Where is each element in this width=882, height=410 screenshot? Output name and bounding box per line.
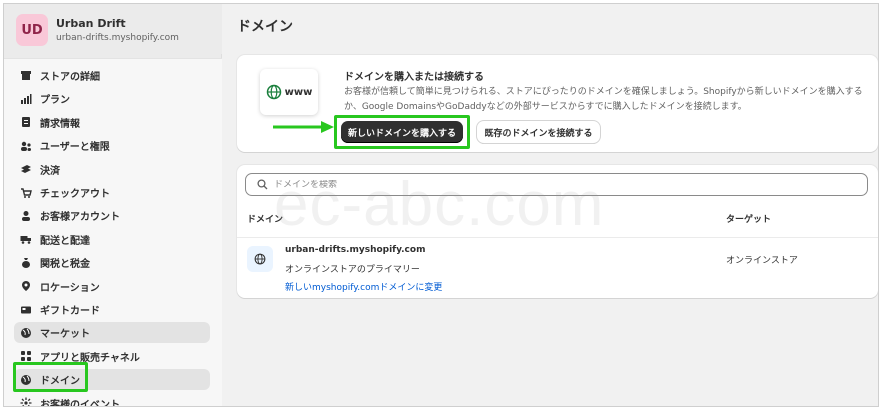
store-switcher[interactable]: UD Urban Drift urban-drifts.myshopify.co… bbox=[4, 4, 222, 54]
sidebar-item-label: プラン bbox=[40, 95, 70, 107]
sidebar-item-label: ユーザーと権限 bbox=[40, 142, 110, 154]
sidebar-item-events[interactable]: お客様のイベント bbox=[14, 393, 210, 407]
sidebar-item-label: チェックアウト bbox=[40, 189, 110, 200]
truck-icon bbox=[20, 233, 32, 245]
sidebar-item-cart[interactable]: チェックアウト bbox=[14, 182, 210, 203]
sidebar-item-truck[interactable]: 配送と配達 bbox=[14, 229, 210, 250]
sidebar-item-label: マーケット bbox=[40, 329, 90, 341]
app-window: UD Urban Drift urban-drifts.myshopify.co… bbox=[3, 3, 879, 407]
sidebar-item-label: ストアの詳細 bbox=[40, 72, 100, 83]
events-icon bbox=[20, 397, 32, 406]
domain-search-field[interactable] bbox=[245, 173, 868, 196]
sidebar-item-label: 配送と配達 bbox=[40, 235, 90, 247]
sidebar-item-location[interactable]: ロケーション bbox=[14, 276, 210, 297]
sidebar-item-store[interactable]: ストアの詳細 bbox=[14, 65, 210, 86]
column-header-target[interactable]: ターゲット bbox=[726, 212, 771, 225]
cart-icon bbox=[20, 187, 32, 199]
gift-card-icon bbox=[20, 304, 32, 316]
sidebar-item-globe[interactable]: マーケット bbox=[14, 322, 210, 344]
domain-illustration: www bbox=[260, 69, 318, 115]
page-title: ドメイン bbox=[237, 19, 293, 35]
domains-list-card: ドメイン ターゲット urban-drifts.myshopify.com オン… bbox=[237, 165, 878, 298]
sidebar-item-users[interactable]: ユーザーと権限 bbox=[14, 135, 210, 156]
sidebar-item-label: ロケーション bbox=[40, 282, 100, 294]
settings-nav: ストアの詳細 プラン請求情報ユーザーと権限 決済チェックアウト お客様アカウント 配送と… bbox=[4, 58, 222, 407]
apps-icon bbox=[20, 350, 32, 362]
person-icon bbox=[20, 210, 32, 222]
illustration-www-text: www bbox=[284, 86, 313, 98]
search-icon bbox=[256, 179, 268, 191]
sidebar-item-label: お客様のイベント bbox=[40, 399, 120, 407]
sidebar-item-plan[interactable]: プラン bbox=[14, 88, 210, 109]
store-domain: urban-drifts.myshopify.com bbox=[56, 33, 179, 43]
column-header-domain[interactable]: ドメイン bbox=[247, 212, 283, 225]
sidebar-item-person[interactable]: お客様アカウント bbox=[14, 205, 210, 226]
highlight-box-domain-nav bbox=[13, 362, 88, 392]
globe-icon bbox=[20, 327, 32, 339]
header-divider bbox=[237, 237, 878, 238]
domain-subtitle: オンラインストアのプライマリー bbox=[285, 265, 420, 275]
location-icon bbox=[20, 280, 32, 292]
buy-connect-domain-card: www ドメインを購入または接続する お客様が信頼して簡単に見つけられる、ストア… bbox=[237, 55, 878, 152]
sidebar-item-label: 関税と税金 bbox=[40, 259, 90, 271]
domain-globe-icon bbox=[247, 246, 273, 272]
domain-name: urban-drifts.myshopify.com bbox=[285, 245, 426, 255]
globe-icon bbox=[266, 84, 281, 100]
sidebar-item-gift-card[interactable]: ギフトカード bbox=[14, 299, 210, 320]
card-title: ドメインを購入または接続する bbox=[344, 72, 484, 83]
payments-icon bbox=[20, 163, 32, 175]
connect-existing-domain-button[interactable]: 既存のドメインを接続する bbox=[477, 121, 600, 143]
store-icon bbox=[20, 70, 32, 82]
sidebar-item-label: お客様アカウント bbox=[40, 212, 120, 224]
change-myshopify-domain-link[interactable]: 新しいmyshopify.comドメインに変更 bbox=[285, 280, 442, 293]
users-icon bbox=[20, 140, 32, 152]
store-avatar: UD bbox=[16, 14, 48, 46]
plan-icon bbox=[20, 93, 32, 105]
store-name: Urban Drift bbox=[56, 17, 126, 30]
search-input[interactable] bbox=[274, 179, 834, 190]
sidebar-item-label: ギフトカード bbox=[40, 306, 100, 317]
sidebar-item-label: 決済 bbox=[40, 165, 60, 177]
domain-target: オンラインストア bbox=[726, 256, 798, 266]
buy-new-domain-button[interactable]: 新しいドメインを購入する bbox=[341, 121, 463, 143]
sidebar-item-tax[interactable]: 関税と税金 bbox=[14, 252, 210, 273]
sidebar-item-billing[interactable]: 請求情報 bbox=[14, 112, 210, 133]
green-arrow-icon bbox=[273, 121, 334, 133]
tax-icon bbox=[20, 257, 32, 269]
settings-sidebar: UD Urban Drift urban-drifts.myshopify.co… bbox=[4, 4, 222, 407]
billing-icon bbox=[20, 116, 32, 128]
sidebar-item-payments[interactable]: 決済 bbox=[14, 159, 210, 180]
card-description: お客様が信頼して簡単に見つけられる、ストアにぴったりのドメインを確保しましょう。… bbox=[344, 87, 863, 112]
sidebar-item-label: 請求情報 bbox=[40, 118, 80, 130]
